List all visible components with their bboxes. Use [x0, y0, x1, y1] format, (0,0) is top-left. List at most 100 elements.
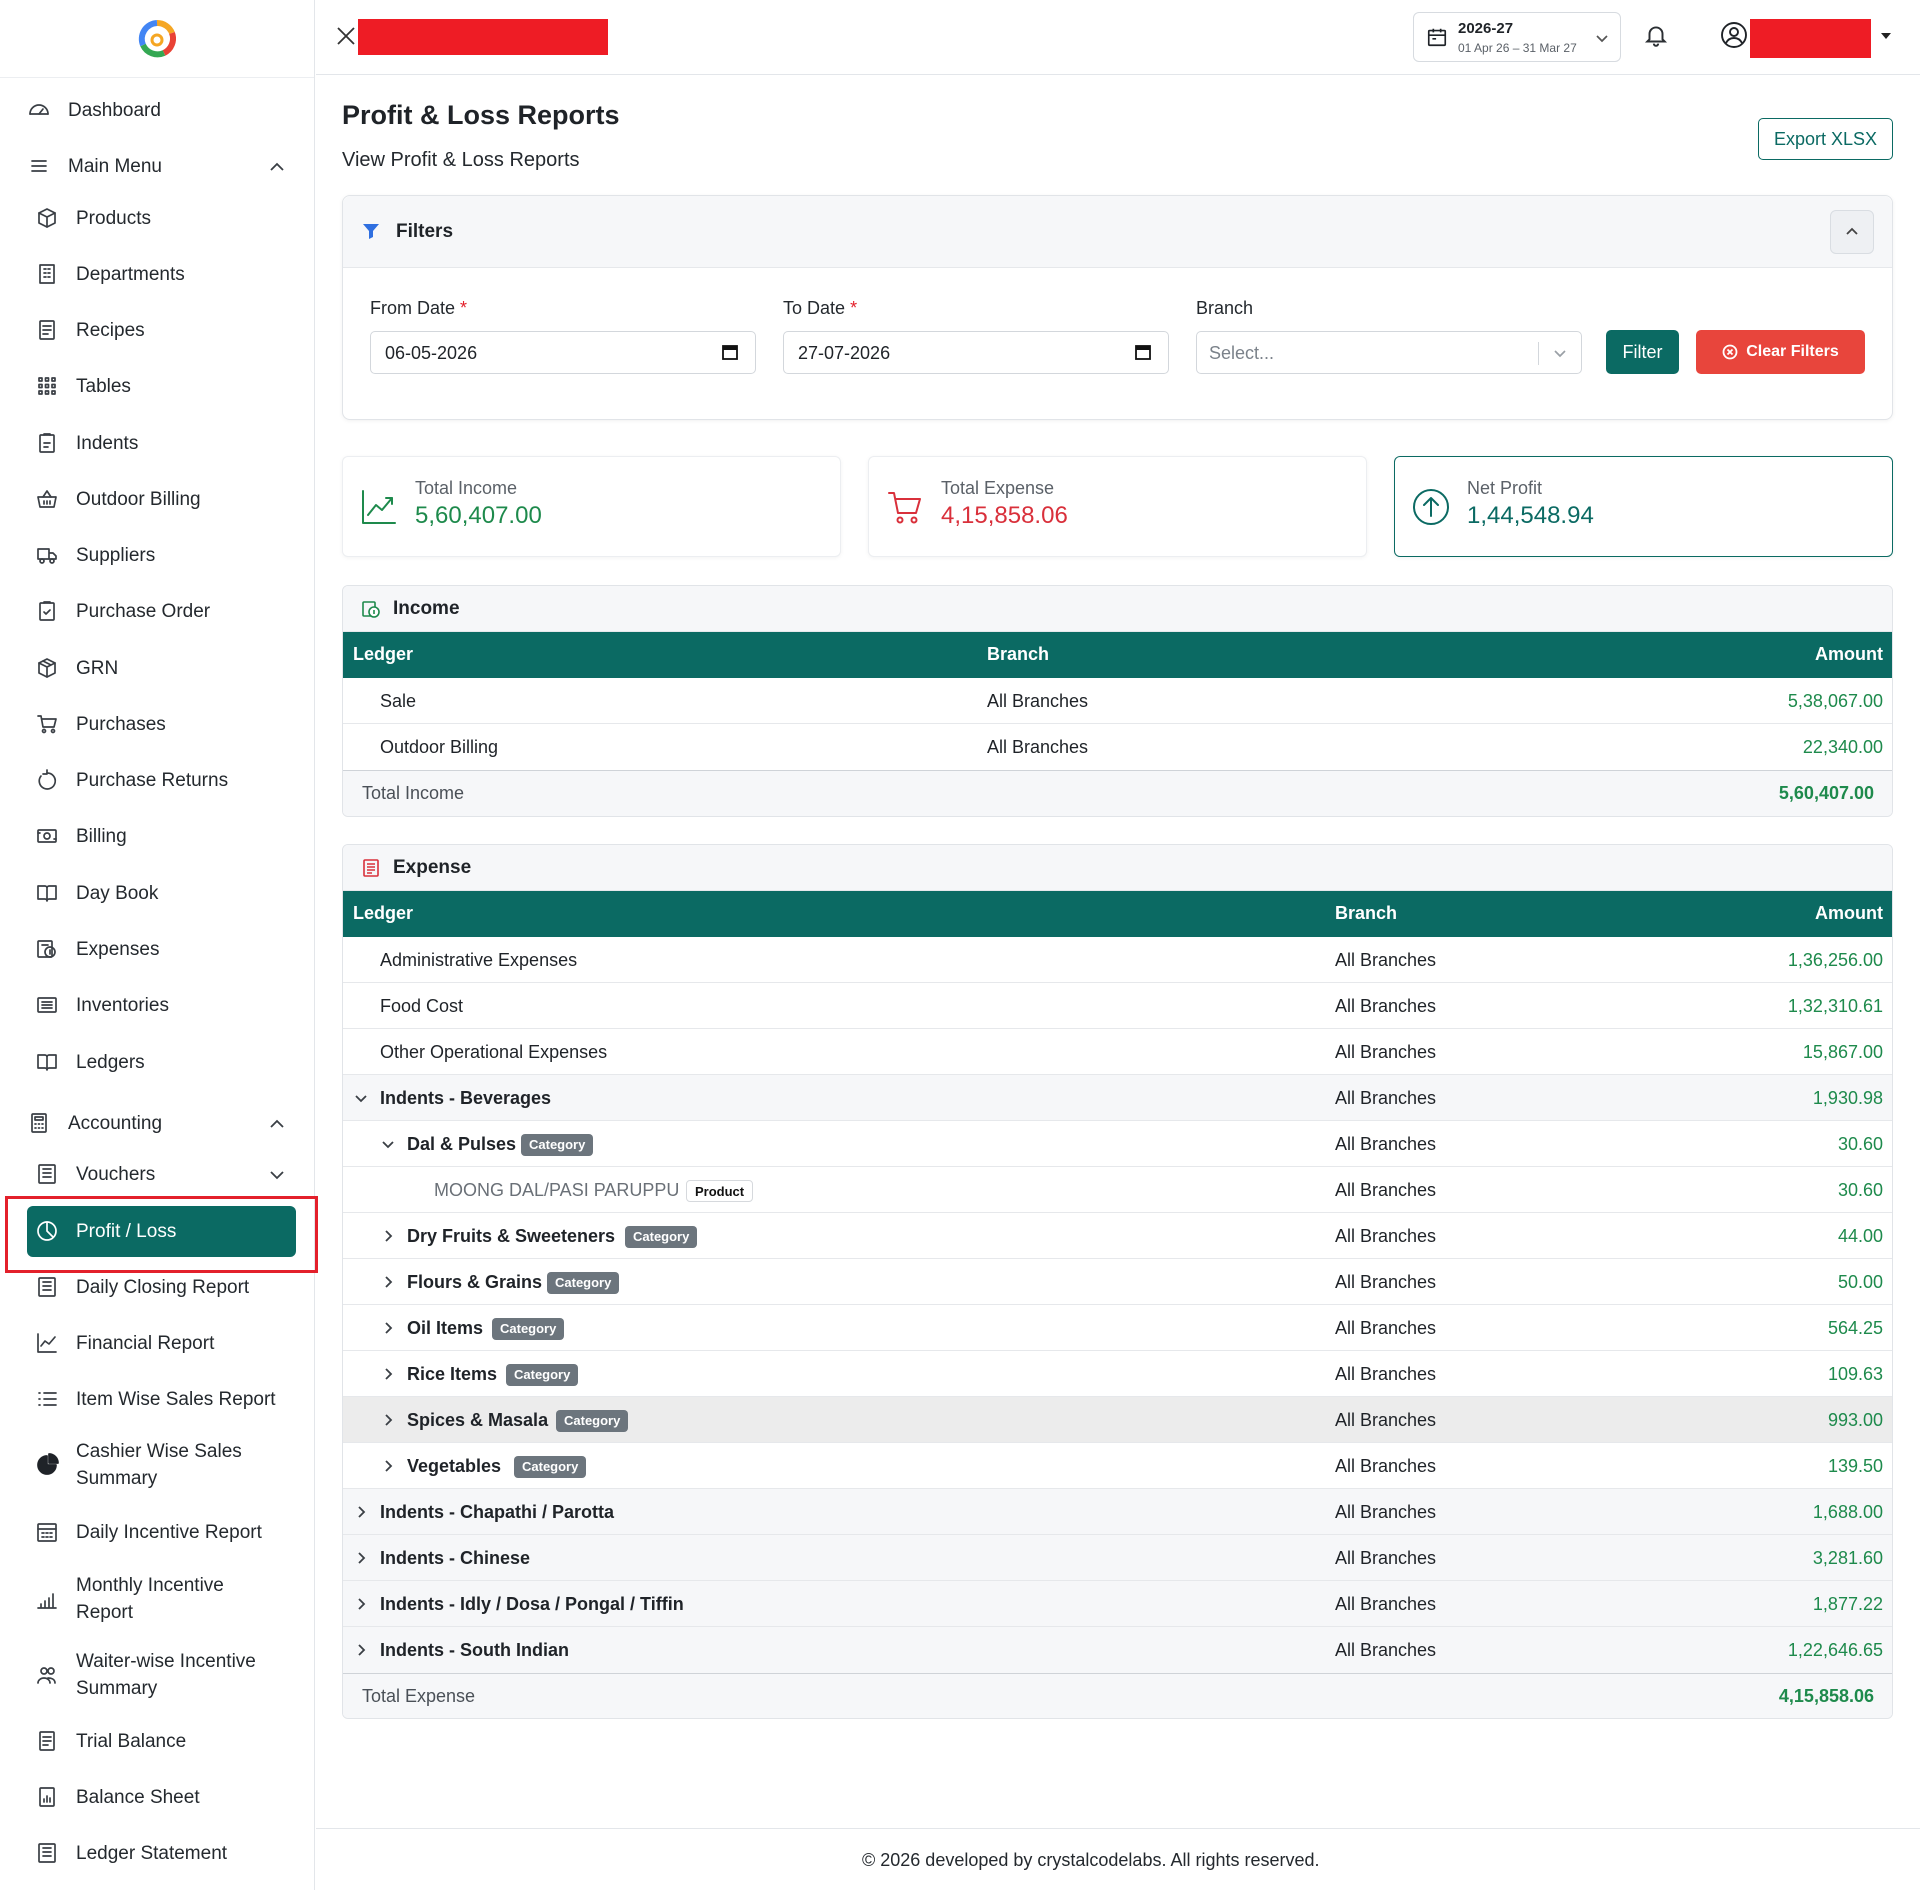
from-date-input[interactable]: 06-05-2026 — [370, 331, 756, 374]
chevron-right-icon[interactable] — [380, 1228, 396, 1244]
chevron-up-icon — [1846, 227, 1858, 235]
product-badge: Product — [686, 1180, 754, 1202]
sidebar-item-inventories[interactable]: Inventories — [0, 992, 315, 1019]
sidebar-item-day-book[interactable]: Day Book — [0, 880, 315, 907]
table-row-group[interactable]: Indents - Idly / Dosa / Pongal / Tiffin … — [343, 1581, 1892, 1627]
sidebar-item-trial-balance[interactable]: Trial Balance — [0, 1728, 315, 1755]
gauge-icon — [26, 97, 52, 123]
building-icon — [34, 261, 60, 287]
chevron-right-icon[interactable] — [353, 1596, 369, 1612]
total-income-card: Total Income 5,60,407.00 — [342, 456, 841, 557]
sidebar-item-ledgers[interactable]: Ledgers — [0, 1049, 315, 1076]
sidebar-item-label: Ledgers — [76, 1052, 145, 1073]
sidebar-item-recipes[interactable]: Recipes — [0, 317, 315, 344]
chevron-right-icon[interactable] — [380, 1366, 396, 1382]
sidebar-item-item-wise-sales-report[interactable]: Item Wise Sales Report — [0, 1386, 315, 1413]
financial-year: 2026-27 — [1458, 20, 1514, 37]
sidebar-item-purchases[interactable]: Purchases — [0, 711, 315, 738]
chevron-right-icon[interactable] — [380, 1274, 396, 1290]
branch-select[interactable]: Select... — [1196, 331, 1582, 374]
table-row-category[interactable]: Dry Fruits & Sweeteners Category All Bra… — [343, 1213, 1892, 1259]
book-icon — [34, 880, 60, 906]
to-date-input[interactable]: 27-07-2026 — [783, 331, 1169, 374]
expense-title: Expense — [393, 857, 472, 878]
sidebar-group-accounting[interactable]: Accounting — [0, 1110, 315, 1137]
sidebar-item-suppliers[interactable]: Suppliers — [0, 542, 315, 569]
users-icon — [34, 1662, 60, 1688]
financial-year-selector[interactable]: 2026-27 01 Apr 26 – 31 Mar 27 — [1413, 12, 1621, 62]
table-row-category[interactable]: Flours & Grains Category All Branches 50… — [343, 1259, 1892, 1305]
expense-icon — [34, 936, 60, 962]
sidebar-item-purchase-returns[interactable]: Purchase Returns — [0, 767, 315, 794]
clipboard-check-icon — [34, 598, 60, 624]
sidebar-item-ledger-statement[interactable]: Ledger Statement — [0, 1840, 315, 1867]
financial-year-range: 01 Apr 26 – 31 Mar 27 — [1458, 41, 1577, 55]
sidebar-item-daily-closing-report[interactable]: Daily Closing Report — [0, 1274, 315, 1301]
sidebar-item-label: Daily Incentive Report — [76, 1522, 262, 1543]
sidebar-item-departments[interactable]: Departments — [0, 261, 315, 288]
sidebar-item-profit-loss[interactable]: Profit / Loss — [0, 1218, 315, 1245]
sidebar-item-label: Expenses — [76, 939, 160, 960]
sidebar-item-label: Profit / Loss — [76, 1221, 177, 1242]
table-row-category[interactable]: Dal & Pulses Category All Branches 30.60 — [343, 1121, 1892, 1167]
chevron-right-icon[interactable] — [353, 1550, 369, 1566]
table-row-group[interactable]: Indents - South Indian All Branches 1,22… — [343, 1627, 1892, 1673]
sidebar-item-tables[interactable]: Tables — [0, 373, 315, 400]
chevron-down-icon[interactable] — [353, 1090, 369, 1106]
user-avatar-icon[interactable] — [1720, 21, 1748, 49]
sidebar-item-products[interactable]: Products — [0, 205, 315, 232]
chevron-right-icon[interactable] — [380, 1320, 396, 1336]
chevron-down-icon[interactable] — [380, 1136, 396, 1152]
grid-icon — [34, 373, 60, 399]
sidebar-group-main-menu[interactable]: Main Menu — [0, 153, 315, 180]
calendar-icon[interactable] — [1134, 343, 1154, 363]
caret-down-icon[interactable] — [1881, 33, 1891, 39]
sidebar-item-purchase-order[interactable]: Purchase Order — [0, 598, 315, 625]
chevron-right-icon[interactable] — [380, 1412, 396, 1428]
sidebar-item-label: Item Wise Sales Report — [76, 1389, 276, 1410]
app-logo[interactable] — [0, 0, 314, 78]
category-badge: Category — [521, 1134, 594, 1156]
sidebar-item-billing[interactable]: Billing — [0, 823, 315, 850]
calendar-icon[interactable] — [721, 343, 741, 363]
clipboard-icon — [34, 430, 60, 456]
chevron-down-icon — [267, 1165, 287, 1185]
column-header-amount: Amount — [1815, 644, 1883, 664]
topbar: 2026-27 01 Apr 26 – 31 Mar 27 — [316, 0, 1920, 75]
filter-button[interactable]: Filter — [1606, 330, 1679, 374]
sidebar-item-grn[interactable]: GRN — [0, 655, 315, 682]
sidebar-item-outdoor-billing[interactable]: Outdoor Billing — [0, 486, 315, 513]
table-row-category[interactable]: Vegetables Category All Branches 139.50 — [343, 1443, 1892, 1489]
income-table-header: Ledger Branch Amount — [343, 632, 1892, 678]
sidebar-item-financial-report[interactable]: Financial Report — [0, 1330, 315, 1357]
sidebar-item-indents[interactable]: Indents — [0, 430, 315, 457]
sidebar-item-expenses[interactable]: Expenses — [0, 936, 315, 963]
table-row-category[interactable]: Rice Items Category All Branches 109.63 — [343, 1351, 1892, 1397]
sidebar-item-waiter-wise-incentive-summary[interactable]: Waiter-wise Incentive Summary — [0, 1648, 315, 1702]
sidebar-item-label: Recipes — [76, 320, 145, 341]
table-row-group[interactable]: Indents - Chapathi / Parotta All Branche… — [343, 1489, 1892, 1535]
table-row-category[interactable]: Spices & Masala Category All Branches 99… — [343, 1397, 1892, 1443]
sidebar-item-balance-sheet[interactable]: Balance Sheet — [0, 1784, 315, 1811]
sidebar-item-vouchers[interactable]: Vouchers — [0, 1161, 315, 1188]
trend-up-icon — [359, 487, 399, 527]
sidebar-item-monthly-incentive-report[interactable]: Monthly Incentive Report — [0, 1572, 315, 1626]
expense-icon — [363, 859, 379, 877]
redacted-business-name — [358, 19, 608, 55]
chevron-right-icon[interactable] — [353, 1642, 369, 1658]
chevron-right-icon[interactable] — [380, 1458, 396, 1474]
table-row-group[interactable]: Indents - Chinese All Branches 3,281.60 — [343, 1535, 1892, 1581]
calculator-icon — [26, 1110, 52, 1136]
sidebar-item-cashier-wise-sales-summary[interactable]: Cashier Wise Sales Summary — [0, 1438, 315, 1492]
close-icon[interactable] — [334, 24, 358, 48]
table-row-category[interactable]: Oil Items Category All Branches 564.25 — [343, 1305, 1892, 1351]
chevron-up-icon — [267, 1114, 287, 1134]
sidebar-item-daily-incentive-report[interactable]: Daily Incentive Report — [0, 1519, 315, 1546]
chevron-right-icon[interactable] — [353, 1504, 369, 1520]
collapse-filters-button[interactable] — [1830, 210, 1874, 254]
sidebar-item-dashboard[interactable]: Dashboard — [0, 97, 315, 124]
bell-icon[interactable] — [1643, 22, 1669, 48]
clear-filters-button[interactable]: Clear Filters — [1696, 330, 1865, 374]
table-row-group-beverages[interactable]: Indents - Beverages All Branches 1,930.9… — [343, 1075, 1892, 1121]
export-xlsx-button[interactable]: Export XLSX — [1758, 118, 1893, 160]
